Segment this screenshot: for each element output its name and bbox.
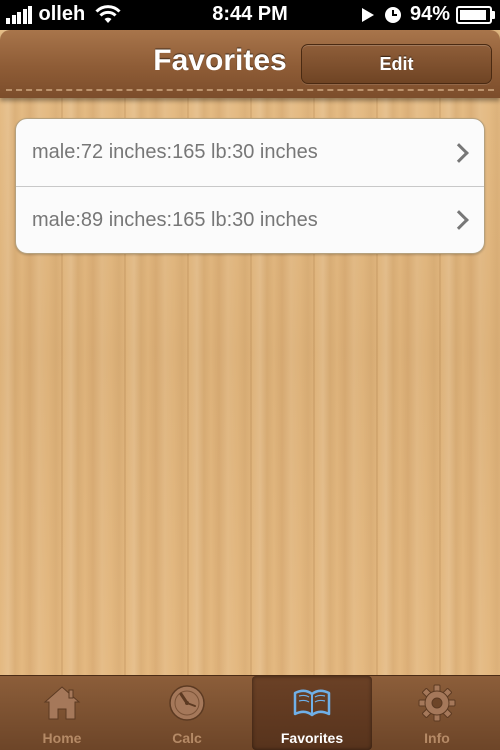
status-right: 94% bbox=[360, 3, 495, 26]
app-screen: olleh 8:44 PM 94% Favorites Edit male:72… bbox=[0, 0, 500, 750]
tab-label: Info bbox=[424, 730, 450, 746]
status-bar: olleh 8:44 PM 94% bbox=[0, 0, 500, 30]
tab-bar: Home Calc Favorites Info bbox=[0, 675, 500, 750]
edit-button[interactable]: Edit bbox=[301, 44, 492, 84]
battery-percent: 94% bbox=[409, 3, 450, 25]
battery-fill bbox=[460, 9, 486, 20]
tab-info[interactable]: Info bbox=[377, 676, 497, 750]
favorite-entry-text: male:72 inches:165 lb:30 inches bbox=[32, 141, 318, 163]
tab-calc[interactable]: Calc bbox=[127, 676, 247, 750]
page-title: Favorites bbox=[153, 44, 287, 77]
alarm-clock-icon bbox=[384, 6, 401, 23]
chevron-right-icon bbox=[449, 210, 469, 230]
tab-label: Home bbox=[42, 730, 82, 746]
clock-icon bbox=[169, 685, 205, 721]
navigation-bar: Favorites Edit bbox=[0, 30, 500, 98]
gear-icon bbox=[418, 684, 456, 722]
chevron-right-icon bbox=[449, 142, 469, 163]
list-item[interactable]: male:89 inches:165 lb:30 inches bbox=[16, 186, 484, 253]
tab-label: Calc bbox=[172, 730, 202, 746]
play-icon bbox=[361, 7, 374, 22]
favorite-entry-text: male:89 inches:165 lb:30 inches bbox=[32, 208, 318, 231]
open-book-icon bbox=[293, 689, 331, 717]
list-item[interactable]: male:72 inches:165 lb:30 inches bbox=[16, 119, 484, 186]
battery-icon bbox=[456, 5, 495, 24]
tab-favorites[interactable]: Favorites bbox=[252, 676, 372, 750]
house-icon bbox=[43, 686, 81, 720]
tab-home[interactable]: Home bbox=[2, 676, 122, 750]
tab-label: Favorites bbox=[280, 730, 344, 746]
favorites-list: male:72 inches:165 lb:30 inches male:89 … bbox=[15, 118, 485, 254]
